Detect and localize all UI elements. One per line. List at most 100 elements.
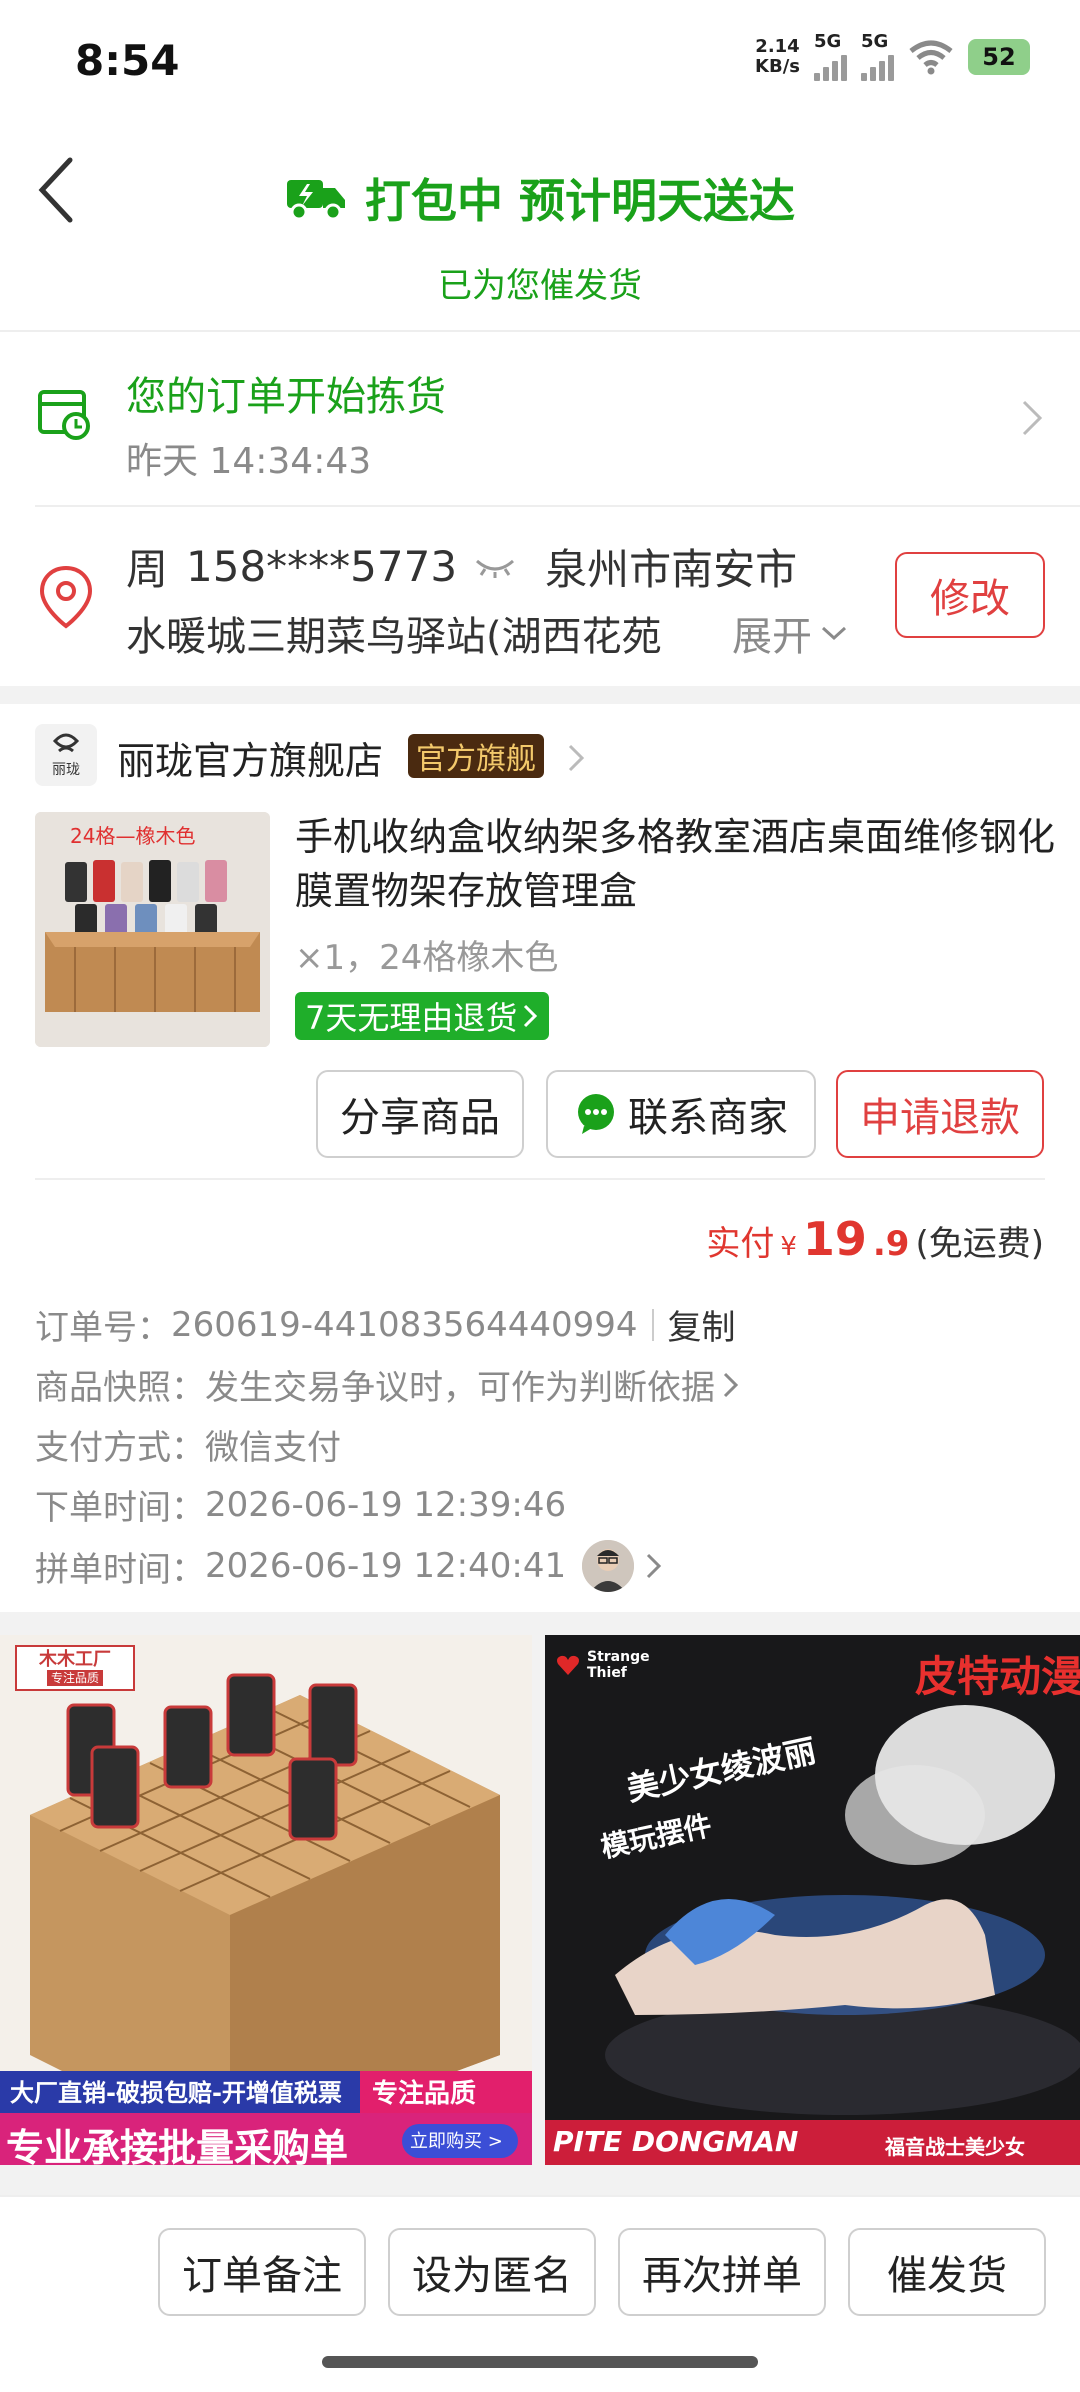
- logistics-row[interactable]: 您的订单开始拣货 昨天 14:34:43: [0, 334, 1080, 504]
- chat-icon: [578, 1094, 614, 1134]
- status-icons: 2.14 KB/s 5G 5G 52: [755, 32, 1030, 82]
- chevron-right-icon: [723, 1372, 739, 1397]
- address-row[interactable]: 周 158****5773 泉州市南安市 水暖城三期菜鸟驿站(湖西花苑 展开: [0, 508, 880, 684]
- logistics-title: 您的订单开始拣货: [126, 374, 446, 420]
- anonymous-button[interactable]: 设为匿名: [388, 2228, 596, 2316]
- expand-address[interactable]: 展开: [732, 604, 848, 662]
- shop-logo-text: 丽珑: [52, 762, 80, 778]
- anime-figure-image: [545, 1635, 1080, 2165]
- banner-buy-button: 立即购买 >: [410, 2131, 503, 2152]
- product-thumbnail[interactable]: 24格—橡木色: [35, 812, 270, 1047]
- chevron-right-icon: [1022, 400, 1043, 436]
- contact-label: 联系商家: [628, 1095, 788, 1141]
- signal-2: 5G: [861, 33, 894, 81]
- group-time: 2026-06-19 12:40:41: [205, 1546, 567, 1586]
- paid-label: 实付: [706, 1224, 775, 1264]
- snapshot-label: 商品快照：: [35, 1368, 205, 1408]
- return-tag-label: 7天无理由退货: [305, 999, 518, 1037]
- shop-name[interactable]: 丽珑官方旗舰店: [117, 730, 383, 785]
- package-clock-icon: [38, 390, 90, 440]
- speed-unit: KB/s: [755, 56, 800, 77]
- snapshot-row[interactable]: 商品快照： 发生交易争议时，可作为判断依据: [35, 1360, 741, 1409]
- expand-label: 展开: [732, 614, 812, 660]
- amount-decimal: .9: [872, 1224, 910, 1264]
- fade-mask: [700, 604, 730, 660]
- footer-en: PITE DONGMAN: [553, 2125, 799, 2158]
- shipping-note: (免运费): [915, 1224, 1044, 1264]
- paid-amount: 实付 ¥ 19.9 (免运费): [706, 1212, 1044, 1266]
- heart-icon: [557, 1655, 579, 1675]
- signal-bars-icon: [814, 51, 847, 81]
- order-time-label: 下单时间：: [35, 1488, 205, 1528]
- speed-value: 2.14: [755, 36, 800, 57]
- banner-main: 专业承接批量采购单: [6, 2126, 349, 2165]
- logistics-time: 昨天 14:34:43: [126, 441, 372, 482]
- brand-tag: Strange Thief: [555, 1649, 657, 1681]
- tag-en: Strange Thief: [587, 1649, 650, 1681]
- chevron-right-icon: [647, 1553, 662, 1579]
- order-time-row: 下单时间： 2026-06-19 12:39:46: [35, 1480, 566, 1529]
- edit-address-button[interactable]: 修改: [895, 552, 1045, 638]
- footer-cn: 福音战士美少女: [885, 2135, 1025, 2159]
- page-title: 打包中 预计明天送达: [0, 165, 1080, 231]
- copy-button[interactable]: 复制: [668, 1300, 736, 1349]
- pay-method-label: 支付方式：: [35, 1428, 205, 1468]
- order-no-label: 订单号：: [35, 1308, 171, 1348]
- signal-1: 5G: [814, 33, 847, 81]
- product-spec: ×1，24格橡木色: [295, 938, 559, 978]
- signal-bars-icon: [861, 51, 894, 81]
- wifi-icon: [909, 40, 953, 75]
- location-pin-icon: [39, 565, 93, 629]
- delivery-truck-icon: [286, 180, 345, 221]
- contact-seller-button[interactable]: 联系商家: [546, 1070, 816, 1158]
- group-time-label: 拼单时间：: [35, 1549, 205, 1590]
- urge-shipping-button[interactable]: 催发货: [848, 2228, 1046, 2316]
- brand-name: 木木工厂: [39, 1649, 111, 1670]
- order-no: 260619-441083564440994: [171, 1304, 638, 1345]
- share-product-button[interactable]: 分享商品: [316, 1070, 524, 1158]
- regroup-button[interactable]: 再次拼单: [618, 2228, 826, 2316]
- home-indicator[interactable]: [322, 2356, 758, 2368]
- recommend-card[interactable]: 木木工厂 专注品质 大厂直销-破损包赔-开增值税票 专注品质 专业承接批量采购单…: [0, 1635, 532, 2165]
- recommend-card[interactable]: Strange Thief 皮特动漫 美少女绫波丽 模玩摆件 PITE DONG…: [545, 1635, 1080, 2165]
- recipient-phone: 158****5773: [186, 542, 458, 591]
- net-type-1: 5G: [814, 31, 842, 52]
- return-policy-tag[interactable]: 7天无理由退货: [295, 992, 550, 1040]
- chevron-down-icon: [821, 626, 847, 641]
- status-title: 打包中 预计明天送达: [364, 174, 795, 228]
- divider: [0, 330, 1080, 332]
- battery-icon: 52: [968, 39, 1030, 75]
- order-time: 2026-06-19 12:39:46: [205, 1484, 567, 1525]
- urge-status: 已为您催发货: [438, 266, 642, 306]
- recipient-city: 泉州市南安市: [545, 545, 798, 594]
- banner-top-right: 专注品质: [372, 2079, 477, 2109]
- snapshot-value: 发生交易争议时，可作为判断依据: [205, 1368, 715, 1408]
- chevron-right-icon: [524, 1004, 538, 1028]
- avatar: [582, 1540, 635, 1592]
- separator: [651, 1308, 654, 1341]
- shop-logo[interactable]: 丽珑: [35, 724, 97, 786]
- order-note-button[interactable]: 订单备注: [158, 2228, 366, 2316]
- order-number-row: 订单号： 260619-441083564440994 复制: [35, 1300, 736, 1349]
- refund-button[interactable]: 申请退款: [836, 1070, 1044, 1158]
- network-speed: 2.14 KB/s: [755, 37, 800, 77]
- thumb-caption: 24格—橡木色: [70, 824, 196, 848]
- chevron-right-icon[interactable]: [566, 742, 586, 774]
- net-type-2: 5G: [861, 31, 889, 52]
- currency-symbol: ¥: [780, 1232, 797, 1262]
- amount-integer: 19: [802, 1212, 867, 1266]
- flagship-badge: 官方旗舰: [408, 734, 544, 778]
- product-title[interactable]: 手机收纳盒收纳架多格教室酒店桌面维修钢化膜置物架存放管理盒: [295, 810, 1055, 918]
- pay-method: 微信支付: [205, 1428, 341, 1468]
- divider: [35, 505, 1080, 507]
- address-detail: 水暖城三期菜鸟驿站(湖西花苑: [126, 614, 662, 660]
- shop-logo-mark: [52, 733, 80, 753]
- banner-top: 大厂直销-破损包赔-开增值税票: [10, 2079, 342, 2107]
- eye-closed-icon[interactable]: [475, 555, 515, 579]
- recipient-name: 周: [126, 545, 169, 594]
- brand-logo: 木木工厂 专注品质: [15, 1645, 135, 1691]
- section-gap: [0, 686, 1080, 704]
- pay-method-row: 支付方式： 微信支付: [35, 1420, 341, 1469]
- group-time-row[interactable]: 拼单时间： 2026-06-19 12:40:41: [35, 1540, 664, 1592]
- divider: [0, 2195, 1080, 2197]
